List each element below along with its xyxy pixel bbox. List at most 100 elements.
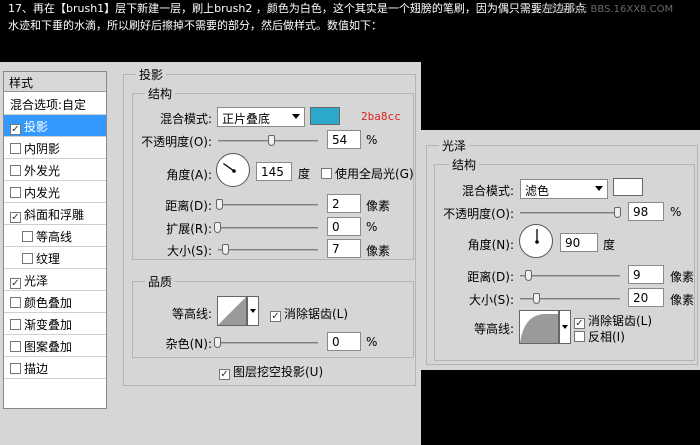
- satin-distance-slider[interactable]: [520, 275, 620, 277]
- satin-distance-unit: 像素: [670, 270, 695, 284]
- satin-contour-picker[interactable]: [519, 310, 559, 344]
- ring-contour-icon: [520, 314, 558, 343]
- style-item[interactable]: 混合选项:自定: [4, 93, 106, 115]
- satin-blend-mode-label: 混合模式:: [461, 184, 514, 198]
- satin-size-slider-thumb[interactable]: [533, 293, 540, 304]
- chevron-down-icon: [250, 309, 256, 313]
- ds-distance-label: 距离(D):: [165, 199, 212, 213]
- satin-distance-slider-thumb[interactable]: [525, 270, 532, 281]
- ds-size-slider[interactable]: [218, 249, 318, 251]
- ds-spread-slider[interactable]: [218, 227, 318, 229]
- ds-opacity-label: 不透明度(O):: [141, 135, 212, 149]
- ds-knockout-box[interactable]: ✓: [219, 369, 230, 380]
- style-item[interactable]: ✓ 投影: [4, 115, 106, 137]
- ds-global-light-box[interactable]: [321, 168, 332, 179]
- satin-size-label: 大小(S):: [468, 293, 514, 307]
- style-item[interactable]: ✓ 斜面和浮雕: [4, 203, 106, 225]
- ds-noise-input[interactable]: 0: [327, 332, 361, 351]
- satin-contour-dropdown[interactable]: [559, 310, 571, 344]
- satin-opacity-slider[interactable]: [520, 212, 620, 214]
- ds-knockout-checkbox[interactable]: ✓ 图层挖空投影(U): [219, 363, 323, 380]
- satin-color-swatch[interactable]: [613, 178, 643, 196]
- ds-noise-slider[interactable]: [218, 342, 318, 344]
- ds-antialias-checkbox[interactable]: ✓ 消除锯齿(L): [270, 305, 348, 322]
- style-item[interactable]: 纹理: [4, 247, 106, 269]
- style-item-label: 纹理: [36, 252, 61, 266]
- ds-size-unit: 像素: [366, 244, 391, 258]
- style-item-label: 渐变叠加: [24, 318, 73, 332]
- satin-opacity-input[interactable]: 98: [628, 202, 664, 221]
- drop-shadow-structure-title: 结构: [145, 85, 176, 102]
- drop-shadow-title: 投影: [136, 66, 167, 83]
- ds-contour-picker[interactable]: [217, 296, 247, 326]
- style-item-checkbox[interactable]: ✓: [10, 124, 21, 135]
- style-item-checkbox[interactable]: [10, 143, 21, 154]
- ds-distance-input[interactable]: 2: [327, 194, 361, 213]
- ds-angle-dial[interactable]: [216, 153, 250, 187]
- style-item-checkbox[interactable]: [10, 165, 21, 176]
- ds-distance-slider[interactable]: [218, 204, 318, 206]
- ds-noise-unit: %: [366, 335, 378, 349]
- ds-color-swatch[interactable]: [310, 107, 340, 125]
- style-item[interactable]: 渐变叠加: [4, 313, 106, 335]
- ds-spread-input[interactable]: 0: [327, 217, 361, 236]
- ds-opacity-input[interactable]: 54: [327, 130, 361, 149]
- style-item[interactable]: 等高线: [4, 225, 106, 247]
- ds-global-light-label: 使用全局光(G): [335, 167, 414, 181]
- ds-global-light-checkbox[interactable]: 使用全局光(G): [321, 165, 414, 182]
- satin-opacity-slider-thumb[interactable]: [614, 207, 621, 218]
- style-item-label: 混合选项:自定: [10, 98, 87, 112]
- satin-angle-dial[interactable]: [519, 224, 553, 258]
- ds-angle-unit: 度: [298, 167, 311, 181]
- style-item-checkbox[interactable]: [10, 187, 21, 198]
- style-item[interactable]: 内阴影: [4, 137, 106, 159]
- styles-list: 样式 混合选项:自定 ✓ 投影 内阴影 外发光 内发光 ✓ 斜面和浮雕 等高线 纹理 ✓ 光泽 颜色叠加…: [3, 71, 107, 409]
- ds-antialias-label: 消除锯齿(L): [284, 307, 349, 321]
- satin-size-input[interactable]: 20: [628, 288, 664, 307]
- style-item[interactable]: 内发光: [4, 181, 106, 203]
- satin-invert-box[interactable]: [574, 331, 585, 342]
- ds-blend-mode-label: 混合模式:: [159, 112, 212, 126]
- ds-noise-label: 杂色(N):: [165, 337, 212, 351]
- satin-angle-needle: [535, 229, 539, 244]
- ds-angle-input[interactable]: 145: [256, 162, 292, 181]
- style-item-label: 外发光: [24, 164, 61, 178]
- style-item-checkbox[interactable]: [10, 319, 21, 330]
- ds-antialias-box[interactable]: ✓: [270, 311, 281, 322]
- style-item-checkbox[interactable]: [22, 231, 33, 242]
- style-item-label: 描边: [24, 362, 49, 376]
- style-item-checkbox[interactable]: ✓: [10, 278, 21, 289]
- style-item[interactable]: ✓ 光泽: [4, 269, 106, 291]
- satin-angle-input[interactable]: 90: [560, 233, 598, 252]
- satin-distance-label: 距离(D):: [467, 270, 514, 284]
- ds-size-slider-thumb[interactable]: [222, 244, 229, 255]
- style-item-label: 等高线: [36, 230, 73, 244]
- ds-size-label: 大小(S):: [166, 244, 212, 258]
- ds-distance-slider-thumb[interactable]: [216, 199, 223, 210]
- ds-noise-slider-thumb[interactable]: [214, 337, 221, 348]
- satin-blend-mode-value: 滤色: [525, 184, 550, 198]
- style-item-checkbox[interactable]: [10, 297, 21, 308]
- style-item[interactable]: 图案叠加: [4, 335, 106, 357]
- style-item[interactable]: 描边: [4, 357, 106, 379]
- ds-opacity-slider-thumb[interactable]: [268, 135, 275, 146]
- style-item-checkbox[interactable]: ✓: [10, 212, 21, 223]
- style-item-label: 内发光: [24, 186, 61, 200]
- ds-spread-slider-thumb[interactable]: [214, 222, 221, 233]
- watermark: PS教程论坛 BBS.16XX8.COM: [535, 4, 674, 15]
- satin-blend-mode-select[interactable]: 滤色: [520, 179, 608, 199]
- style-item-checkbox[interactable]: [10, 341, 21, 352]
- drop-shadow-quality-title: 品质: [145, 273, 176, 290]
- ds-blend-mode-select[interactable]: 正片叠底: [217, 107, 305, 127]
- style-item[interactable]: 外发光: [4, 159, 106, 181]
- ds-contour-dropdown[interactable]: [247, 296, 259, 326]
- style-item[interactable]: 颜色叠加: [4, 291, 106, 313]
- ds-contour-label: 等高线:: [171, 307, 212, 321]
- ds-spread-label: 扩展(R):: [166, 222, 212, 236]
- satin-invert-checkbox[interactable]: 反相(I): [574, 328, 625, 345]
- style-item-checkbox[interactable]: [22, 253, 33, 264]
- ds-size-input[interactable]: 7: [327, 239, 361, 258]
- style-item-checkbox[interactable]: [10, 363, 21, 374]
- satin-antialias-checkbox[interactable]: ✓ 消除锯齿(L): [574, 312, 652, 329]
- satin-distance-input[interactable]: 9: [628, 265, 664, 284]
